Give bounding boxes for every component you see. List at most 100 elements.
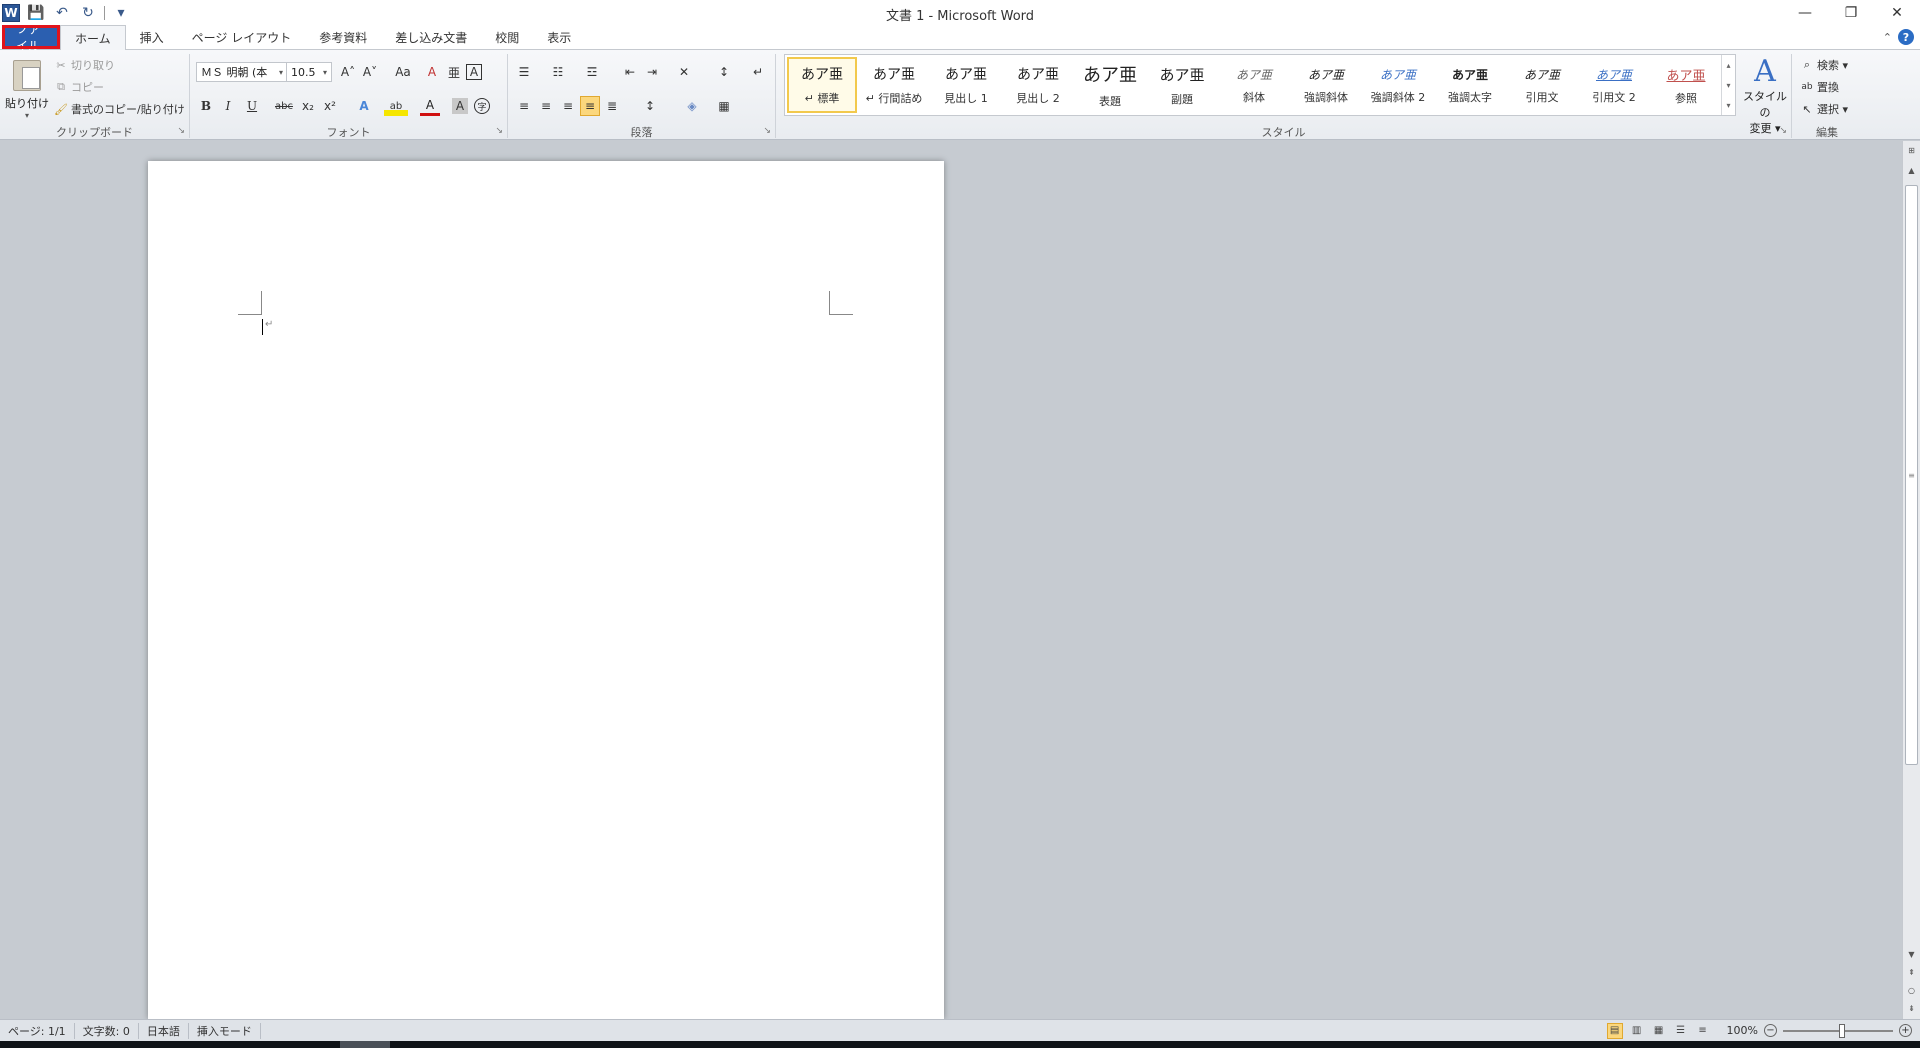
line-spacing-icon[interactable]: ↕ bbox=[640, 96, 660, 116]
font-name-combo[interactable]: ＭＳ 明朝 (本 ▾ bbox=[196, 62, 288, 82]
tab-file[interactable]: ファイル bbox=[2, 22, 60, 53]
tab-page-layout[interactable]: ページ レイアウト bbox=[178, 25, 306, 49]
decrease-indent-icon[interactable]: ⇤ bbox=[620, 62, 640, 82]
justify-icon[interactable]: ≡ bbox=[580, 96, 600, 116]
paragraph-launcher-icon[interactable]: ↘ bbox=[763, 126, 771, 136]
style-intense-emphasis-2[interactable]: あア亜 強調斜体 2 bbox=[1363, 57, 1433, 113]
page-count[interactable]: ページ: 1/1 bbox=[0, 1022, 75, 1039]
style-quote[interactable]: あア亜 引用文 bbox=[1507, 57, 1577, 113]
style-no-spacing[interactable]: あア亜 ↵ 行間詰め bbox=[859, 57, 929, 113]
shading-icon[interactable]: ◈ bbox=[682, 96, 702, 116]
underline-icon[interactable]: U bbox=[242, 96, 262, 116]
minimize-ribbon-icon[interactable]: ⌃ bbox=[1883, 31, 1892, 44]
numbering-icon[interactable]: ☷ bbox=[548, 62, 568, 82]
zoom-level[interactable]: 100% bbox=[1727, 1024, 1758, 1037]
insert-mode[interactable]: 挿入モード bbox=[189, 1022, 261, 1039]
redo-icon[interactable]: ↻ bbox=[78, 3, 98, 23]
scroll-down-icon[interactable]: ▼ bbox=[1903, 947, 1920, 961]
show-marks-icon[interactable]: ↵ bbox=[748, 62, 768, 82]
tab-review[interactable]: 校閲 bbox=[481, 25, 533, 49]
cut-button[interactable]: ✂ 切り取り bbox=[54, 56, 115, 74]
paste-dropdown-icon[interactable]: ▾ bbox=[25, 111, 29, 120]
distribute-icon[interactable]: ≣ bbox=[602, 96, 622, 116]
change-case-icon[interactable]: Aa bbox=[390, 62, 416, 82]
browse-object-icon[interactable]: ○ bbox=[1903, 983, 1920, 997]
highlight-icon[interactable]: ab bbox=[384, 96, 408, 116]
phonetic-guide-icon[interactable]: 亜 bbox=[444, 62, 464, 82]
clipboard-launcher-icon[interactable]: ↘ bbox=[177, 126, 185, 136]
zoom-out-icon[interactable]: − bbox=[1764, 1024, 1777, 1037]
clear-formatting-icon[interactable]: A bbox=[422, 62, 442, 82]
bullets-icon[interactable]: ☰ bbox=[514, 62, 534, 82]
style-emphasis[interactable]: あア亜 斜体 bbox=[1219, 57, 1289, 113]
tab-references[interactable]: 参考資料 bbox=[305, 25, 381, 49]
full-screen-reading-icon[interactable]: ▥ bbox=[1629, 1023, 1645, 1039]
italic-icon[interactable]: I bbox=[218, 96, 238, 116]
styles-scroll[interactable]: ▴ ▾ ▾ bbox=[1721, 55, 1735, 115]
outline-icon[interactable]: ☰ bbox=[1673, 1023, 1689, 1039]
multilevel-list-icon[interactable]: ☲ bbox=[582, 62, 602, 82]
customize-qat-icon[interactable]: ▾ bbox=[111, 3, 131, 23]
font-size-combo[interactable]: 10.5 ▾ bbox=[286, 62, 332, 82]
next-page-icon[interactable]: ⇟ bbox=[1903, 1001, 1920, 1015]
document-page[interactable]: ↵ bbox=[148, 161, 944, 1019]
zoom-in-icon[interactable]: + bbox=[1899, 1024, 1912, 1037]
style-reference[interactable]: あア亜 参照 bbox=[1651, 57, 1721, 113]
enclose-characters-icon[interactable]: 字 bbox=[474, 98, 490, 114]
borders-icon[interactable]: ▦ bbox=[714, 96, 734, 116]
word-count[interactable]: 文字数: 0 bbox=[75, 1022, 139, 1039]
taskbar-item[interactable] bbox=[340, 1041, 390, 1048]
style-intense-emphasis[interactable]: あア亜 強調斜体 bbox=[1291, 57, 1361, 113]
tab-mailings[interactable]: 差し込み文書 bbox=[381, 25, 481, 49]
superscript-icon[interactable]: x² bbox=[320, 96, 340, 116]
find-button[interactable]: ⌕ 検索 ▾ bbox=[1800, 56, 1848, 74]
subscript-icon[interactable]: x₂ bbox=[298, 96, 318, 116]
font-color-icon[interactable]: A bbox=[420, 96, 440, 116]
increase-indent-icon[interactable]: ⇥ bbox=[642, 62, 662, 82]
vertical-scrollbar[interactable]: ⊞ ▲ ≡ ▼ ⇞ ○ ⇟ bbox=[1902, 141, 1920, 1019]
tab-view[interactable]: 表示 bbox=[533, 25, 585, 49]
zoom-slider[interactable] bbox=[1783, 1023, 1893, 1038]
tab-insert[interactable]: 挿入 bbox=[126, 25, 178, 49]
style-intense-quote[interactable]: あア亜 引用文 2 bbox=[1579, 57, 1649, 113]
more-styles-icon[interactable]: ▾ bbox=[1726, 101, 1730, 110]
text-effects-icon[interactable]: A bbox=[354, 96, 374, 116]
character-border-icon[interactable]: A bbox=[466, 64, 482, 80]
style-strong[interactable]: あア亜 強調太字 bbox=[1435, 57, 1505, 113]
scroll-up-icon[interactable]: ▲ bbox=[1903, 163, 1920, 177]
align-center-icon[interactable]: ≡ bbox=[536, 96, 556, 116]
sort-icon[interactable]: ↕ bbox=[714, 62, 734, 82]
language-indicator[interactable]: 日本語 bbox=[139, 1022, 189, 1039]
align-left-icon[interactable]: ≡ bbox=[514, 96, 534, 116]
ruler-toggle-icon[interactable]: ⊞ bbox=[1903, 143, 1920, 157]
style-normal[interactable]: あア亜 ↵ 標準 bbox=[787, 57, 857, 113]
close-button[interactable]: ✕ bbox=[1874, 0, 1920, 26]
replace-button[interactable]: ab 置換 bbox=[1800, 78, 1839, 96]
style-heading-1[interactable]: あア亜 見出し 1 bbox=[931, 57, 1001, 113]
copy-button[interactable]: ⧉ コピー bbox=[54, 78, 104, 96]
tab-home[interactable]: ホーム bbox=[60, 25, 126, 50]
align-right-icon[interactable]: ≡ bbox=[558, 96, 578, 116]
style-heading-2[interactable]: あア亜 見出し 2 bbox=[1003, 57, 1073, 113]
previous-page-icon[interactable]: ⇞ bbox=[1903, 965, 1920, 979]
character-shading-icon[interactable]: A bbox=[452, 98, 468, 114]
zoom-slider-thumb[interactable] bbox=[1839, 1023, 1845, 1038]
change-styles-button[interactable]: A スタイルの 変更 ▾ bbox=[1740, 56, 1790, 136]
bold-icon[interactable]: B bbox=[196, 96, 216, 116]
strikethrough-icon[interactable]: abc bbox=[272, 96, 296, 116]
chevron-up-icon[interactable]: ▴ bbox=[1726, 61, 1730, 70]
asian-layout-icon[interactable]: ✕ bbox=[674, 62, 694, 82]
style-title[interactable]: あア亜 表題 bbox=[1075, 57, 1145, 113]
restore-button[interactable]: ❐ bbox=[1828, 0, 1874, 26]
minimize-button[interactable]: — bbox=[1782, 0, 1828, 26]
font-launcher-icon[interactable]: ↘ bbox=[495, 126, 503, 136]
grow-font-icon[interactable]: A˄ bbox=[338, 62, 358, 82]
print-layout-icon[interactable]: ▤ bbox=[1606, 1022, 1623, 1039]
select-button[interactable]: ↖ 選択 ▾ bbox=[1800, 100, 1848, 118]
help-icon[interactable]: ? bbox=[1898, 29, 1914, 45]
style-subtitle[interactable]: あア亜 副題 bbox=[1147, 57, 1217, 113]
scrollbar-thumb[interactable]: ≡ bbox=[1905, 185, 1918, 765]
shrink-font-icon[interactable]: A˅ bbox=[360, 62, 380, 82]
format-painter-button[interactable]: 🖌 書式のコピー/貼り付け bbox=[54, 100, 185, 118]
paste-button[interactable]: 貼り付け ▾ bbox=[4, 56, 50, 120]
